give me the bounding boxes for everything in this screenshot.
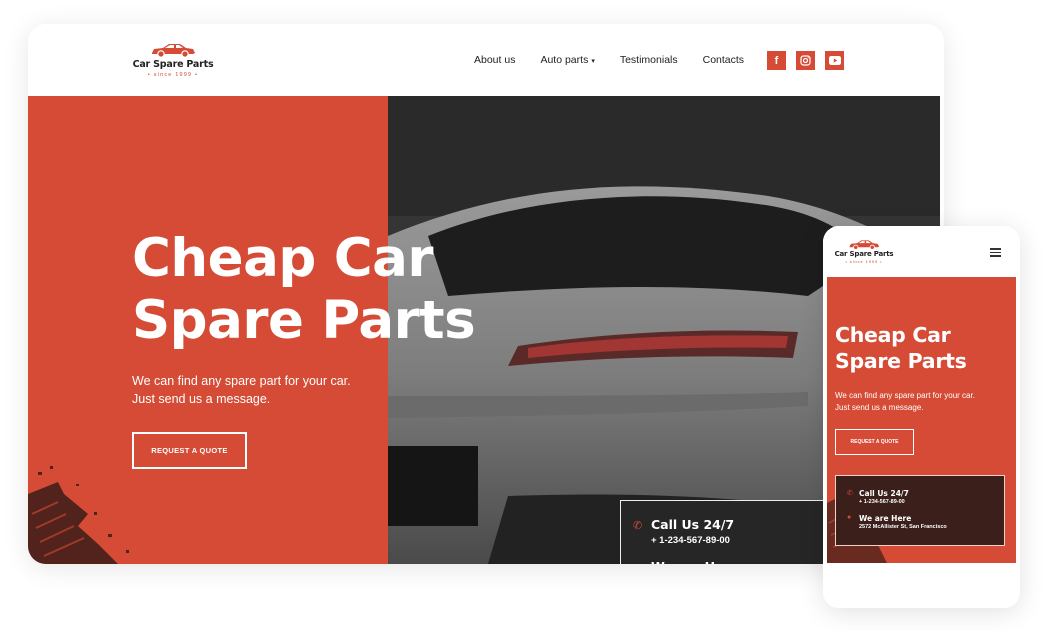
mobile-footer [823, 563, 1020, 608]
nav-item-contacts[interactable]: Contacts [703, 54, 744, 66]
youtube-glyph [828, 56, 841, 65]
hero-subtitle: We can find any spare part for your car.… [132, 372, 351, 408]
location-title: We are Here [859, 514, 912, 523]
call-us-title: Call Us 24/7 [651, 517, 735, 532]
call-us-title: Call Us 24/7 [859, 489, 909, 498]
chevron-down-icon: ▾ [591, 58, 595, 65]
nav-item-about-us[interactable]: About us [474, 54, 515, 66]
map-pin-icon: ● [847, 514, 852, 521]
address: 2572 McAllister St, San Francisco [859, 524, 947, 530]
phone-number[interactable]: + 1-234-567-89-00 [651, 535, 734, 546]
car-logo-icon [152, 44, 195, 58]
main-nav: About us Auto parts ▾ Testimonials Contac… [474, 54, 744, 66]
mobile-header: Car Spare Parts • since 1999 • [823, 226, 1020, 277]
map-pin-icon: ● [633, 561, 643, 564]
mobile-request-quote-button[interactable]: REQUEST A QUOTE [835, 429, 914, 455]
phone-icon: ✆ [633, 520, 643, 532]
desktop-preview: Car Spare Parts • since 1999 • About us … [28, 24, 944, 564]
hero-section: Cheap Car Spare Parts We can find any sp… [28, 96, 940, 564]
logo-tagline: • since 1999 • [147, 72, 199, 78]
request-quote-button[interactable]: REQUEST A QUOTE [132, 432, 247, 469]
hero-subtitle-line2: Just send us a message. [835, 403, 924, 412]
facebook-glyph: f [774, 54, 779, 67]
tire-tracks-decoration [28, 466, 129, 564]
facebook-icon[interactable]: f [767, 51, 786, 70]
social-links: f [767, 51, 844, 70]
nav-item-label: Auto parts [540, 54, 589, 66]
location-row: ● We are Here [633, 559, 738, 564]
hero-title-line1: Cheap Car [132, 228, 434, 289]
logo-name: Car Spare Parts [834, 250, 894, 258]
youtube-icon[interactable] [825, 51, 844, 70]
mobile-preview: Car Spare Parts • since 1999 • Cheap Car… [823, 226, 1020, 608]
mobile-hero-title: Cheap Car Spare Parts [835, 322, 967, 374]
site-logo[interactable]: Car Spare Parts • since 1999 • [132, 42, 214, 78]
hero-title-line1: Cheap Car [835, 323, 951, 347]
instagram-glyph [800, 55, 811, 66]
nav-item-testimonials[interactable]: Testimonials [620, 54, 678, 66]
mobile-hero-subtitle: We can find any spare part for your car.… [835, 390, 975, 414]
hero-title: Cheap Car Spare Parts [132, 228, 476, 352]
hero-subtitle-line2: Just send us a message. [132, 392, 271, 406]
contact-info-box: ✆ Call Us 24/7 + 1-234-567-89-00 ● We ar… [620, 500, 850, 564]
hero-title-line2: Spare Parts [132, 290, 476, 351]
mobile-logo[interactable]: Car Spare Parts • since 1999 • [834, 239, 894, 264]
phone-icon: ✆ [847, 490, 853, 497]
instagram-icon[interactable] [796, 51, 815, 70]
logo-name: Car Spare Parts [132, 59, 214, 70]
logo-tagline: • since 1999 • [845, 259, 883, 264]
nav-item-auto-parts[interactable]: Auto parts ▾ [540, 54, 594, 66]
menu-icon[interactable] [990, 248, 1001, 259]
site-header: Car Spare Parts • since 1999 • About us … [28, 24, 944, 96]
mobile-hero-section: Cheap Car Spare Parts We can find any sp… [827, 277, 1016, 563]
location-title: We are Here [651, 559, 738, 564]
call-us-row: ✆ Call Us 24/7 + 1-234-567-89-00 [633, 517, 734, 546]
mobile-contact-info-box: ✆ Call Us 24/7 + 1-234-567-89-00 ● We ar… [835, 475, 1005, 546]
phone-number[interactable]: + 1-234-567-89-00 [859, 499, 909, 505]
call-us-row: ✆ Call Us 24/7 + 1-234-567-89-00 [847, 489, 909, 505]
location-row: ● We are Here 2572 McAllister St, San Fr… [847, 514, 947, 530]
car-logo-icon [849, 240, 880, 250]
hero-subtitle-line1: We can find any spare part for your car. [132, 374, 351, 388]
hero-subtitle-line1: We can find any spare part for your car. [835, 391, 975, 400]
hero-title-line2: Spare Parts [835, 349, 967, 373]
